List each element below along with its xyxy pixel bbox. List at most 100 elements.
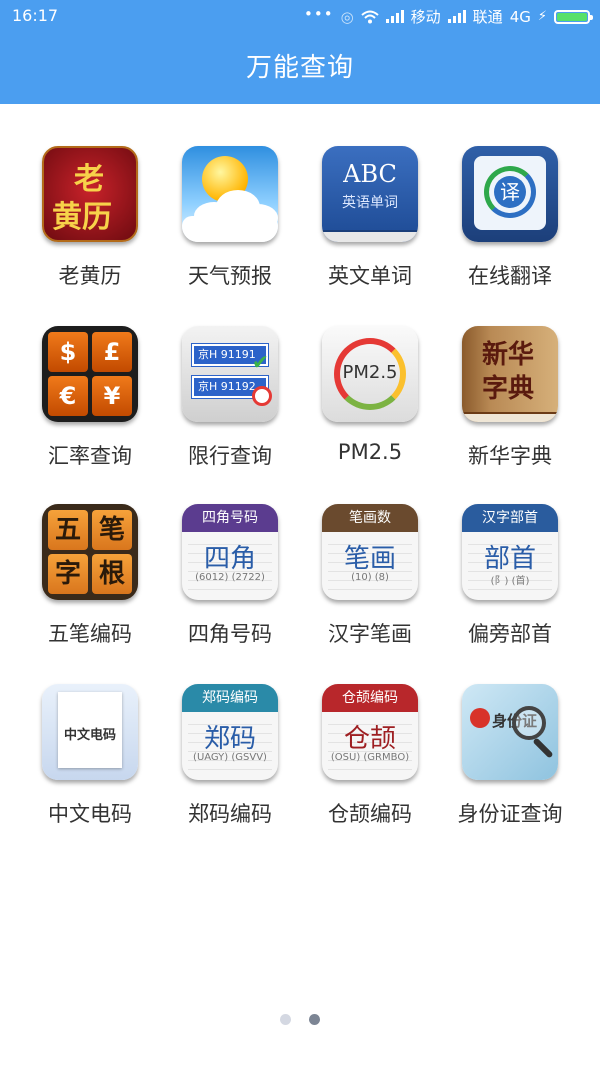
icon-text: (UAGY) (GSVV)	[193, 752, 267, 763]
icon-text: 汉字部首	[462, 504, 558, 532]
currency-icon: $ £ € ¥	[42, 326, 138, 422]
app-label: 汉字笔画	[328, 622, 412, 646]
pm25-icon: PM2.5	[322, 326, 418, 422]
icon-text: PM2.5	[342, 362, 398, 383]
wubi-icon: 五 笔 字 根	[42, 504, 138, 600]
app-label: PM2.5	[337, 440, 403, 464]
icon-text: 郑码	[203, 724, 256, 754]
status-bar: 16:17 ••• ◎ 移动 联通 4G ⚡	[0, 0, 600, 33]
icon-text: (10) (8)	[351, 572, 389, 583]
app-label: 五笔编码	[48, 622, 132, 646]
icon-text: 英语单词	[342, 195, 398, 211]
yen-icon: ¥	[92, 376, 132, 416]
icon-text: 根	[92, 554, 132, 594]
app-telegraph-code[interactable]: 中文电码 中文电码	[20, 684, 160, 828]
app-huangli[interactable]: 老 黄历 老黄历	[20, 146, 160, 290]
carrier-2: 联通	[472, 8, 503, 26]
icon-text: (OSU) (GRMBO)	[330, 752, 410, 763]
icon-text: 仓颉	[343, 724, 396, 754]
english-dictionary-icon: ABC 英语单词	[322, 146, 418, 242]
weather-icon	[182, 146, 278, 242]
dollar-icon: $	[48, 332, 88, 372]
icon-text: 四角号码	[182, 504, 278, 532]
radical-icon: 汉字部首 部首 (阝) (首)	[462, 504, 558, 600]
icon-text: 笔	[92, 510, 132, 550]
icon-text: 黄历	[52, 200, 112, 235]
sijiao-icon: 四角号码 四角 (6012) (2722)	[182, 504, 278, 600]
icon-text: (阝) (首)	[490, 576, 530, 587]
alarm-icon: ◎	[340, 7, 354, 26]
icon-text: 仓颉编码	[322, 684, 418, 712]
check-icon: ✔	[252, 350, 269, 374]
xinhua-dictionary-icon: 新华 字典	[462, 326, 558, 422]
huangli-icon: 老 黄历	[42, 146, 138, 242]
zhengma-icon: 郑码编码 郑码 (UAGY) (GSVV)	[182, 684, 278, 780]
stroke-count-icon: 笔画数 笔画 (10) (8)	[322, 504, 418, 600]
page-dot-2[interactable]	[309, 1014, 320, 1025]
app-label: 在线翻译	[468, 264, 552, 288]
app-label: 天气预报	[188, 264, 272, 288]
icon-text: 字	[48, 554, 88, 594]
id-card-search-icon: 身份证	[462, 684, 558, 780]
charging-icon: ⚡	[537, 9, 547, 24]
no-entry-icon	[252, 386, 272, 406]
cangjie-icon: 仓颉编码 仓颉 (OSU) (GRMBO)	[322, 684, 418, 780]
battery-icon	[554, 9, 593, 24]
app-wubi[interactable]: 五 笔 字 根 五笔编码	[20, 504, 160, 648]
more-dots-icon: •••	[304, 4, 334, 23]
app-sijiao[interactable]: 四角号码 四角 (6012) (2722) 四角号码	[160, 504, 300, 648]
app-label: 仓颉编码	[328, 802, 412, 826]
app-radical[interactable]: 汉字部首 部首 (阝) (首) 偏旁部首	[440, 504, 580, 648]
app-id-card[interactable]: 身份证 身份证查询	[440, 684, 580, 828]
carrier-1: 移动	[410, 8, 441, 26]
signal-icon	[447, 10, 466, 23]
icon-text: 五	[48, 510, 88, 550]
app-label: 偏旁部首	[468, 622, 552, 646]
app-pm25[interactable]: PM2.5 PM2.5	[300, 326, 440, 464]
page-dot-1[interactable]	[280, 1014, 291, 1025]
app-label: 老黄历	[58, 264, 122, 288]
app-header: 万能查询	[0, 33, 600, 104]
status-time: 16:17	[12, 6, 59, 25]
icon-text: 部首	[483, 544, 536, 574]
app-exchange-rate[interactable]: $ £ € ¥ 汇率查询	[20, 326, 160, 470]
app-english[interactable]: ABC 英语单词 英文单词	[300, 146, 440, 290]
page-indicator	[0, 1014, 600, 1025]
app-label: 英文单词	[328, 264, 412, 288]
app-traffic-limit[interactable]: 京H 91191 京H 91192 ✔ 限行查询	[160, 326, 300, 470]
pound-icon: £	[92, 332, 132, 372]
icon-text: 郑码编码	[182, 684, 278, 712]
magnifier-icon	[512, 706, 546, 740]
app-xinhua[interactable]: 新华 字典 新华字典	[440, 326, 580, 470]
app-label: 限行查询	[188, 444, 272, 468]
app-label: 四角号码	[188, 622, 272, 646]
app-label: 汇率查询	[48, 444, 132, 468]
app-translate[interactable]: 译 在线翻译	[440, 146, 580, 290]
signal-icon	[385, 10, 404, 23]
icon-text: 中文电码	[63, 728, 116, 743]
app-zhengma[interactable]: 郑码编码 郑码 (UAGY) (GSVV) 郑码编码	[160, 684, 300, 828]
emblem-icon	[470, 708, 490, 728]
page-title: 万能查询	[245, 53, 354, 83]
wifi-icon	[360, 10, 379, 23]
app-stroke-count[interactable]: 笔画数 笔画 (10) (8) 汉字笔画	[300, 504, 440, 648]
icon-text: 新华	[482, 340, 535, 370]
app-label: 中文电码	[48, 802, 132, 826]
icon-text: ABC	[343, 160, 397, 188]
telegraph-code-icon: 中文电码	[42, 684, 138, 780]
euro-icon: €	[48, 376, 88, 416]
status-icons: ••• ◎ 移动 联通 4G ⚡	[304, 4, 593, 27]
icon-text: 四角	[203, 544, 256, 574]
icon-text: 笔画	[343, 544, 396, 574]
app-cangjie[interactable]: 仓颉编码 仓颉 (OSU) (GRMBO) 仓颉编码	[300, 684, 440, 828]
app-label: 身份证查询	[457, 802, 563, 826]
icon-text: 笔画数	[322, 504, 418, 532]
app-label: 郑码编码	[188, 802, 272, 826]
icon-text: 译	[494, 176, 526, 208]
traffic-limit-icon: 京H 91191 京H 91192 ✔	[182, 326, 278, 422]
icon-text: 字典	[482, 374, 535, 404]
translate-icon: 译	[462, 146, 558, 242]
app-weather[interactable]: 天气预报	[160, 146, 300, 290]
icon-text: (6012) (2722)	[195, 572, 265, 583]
app-label: 新华字典	[468, 444, 552, 468]
